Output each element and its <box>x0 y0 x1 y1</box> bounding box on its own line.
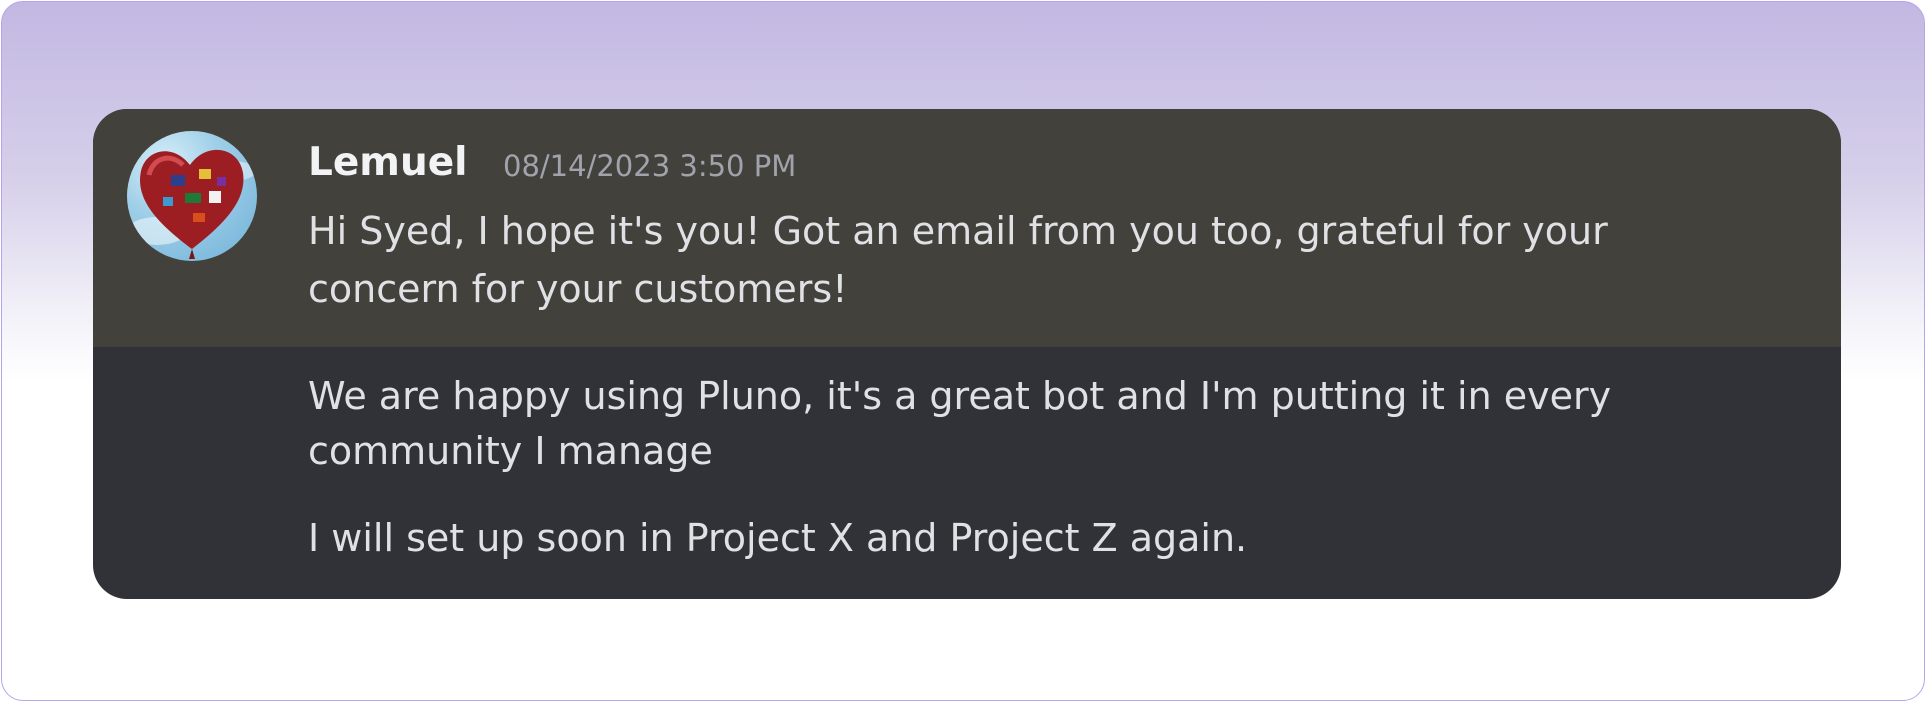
message-line: We are happy using Pluno, it's a great b… <box>308 374 1612 418</box>
avatar[interactable] <box>127 131 257 261</box>
screenshot-frame: Lemuel 08/14/2023 3:50 PM Hi Syed, I hop… <box>1 1 1925 701</box>
message-line: concern for your customers! <box>308 267 848 311</box>
message-line: I will set up soon in Project X and Proj… <box>308 516 1248 560</box>
username[interactable]: Lemuel <box>308 136 468 190</box>
message-line: community I manage <box>308 429 713 473</box>
message-timestamp: 08/14/2023 3:50 PM <box>503 149 797 183</box>
chat-message-card: Lemuel 08/14/2023 3:50 PM Hi Syed, I hop… <box>93 109 1841 599</box>
heart-balloon-avatar-icon <box>127 149 256 259</box>
message-line: Hi Syed, I hope it's you! Got an email f… <box>308 209 1608 253</box>
